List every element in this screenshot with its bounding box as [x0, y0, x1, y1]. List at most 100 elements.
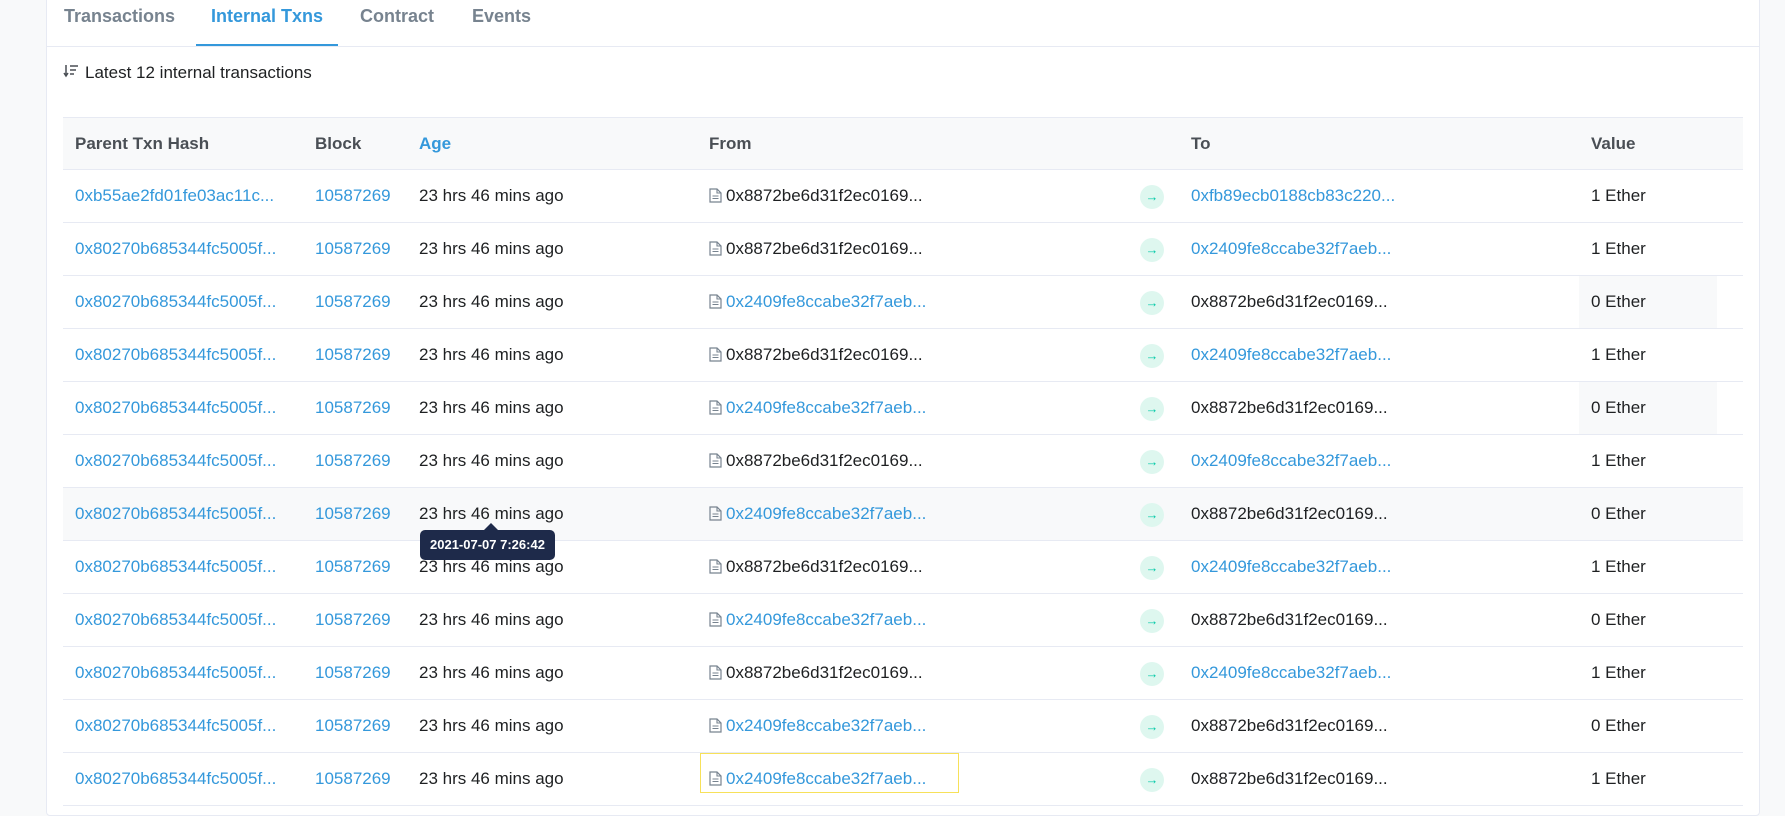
parent-txn-hash-link[interactable]: 0x80270b685344fc5005f... [75, 700, 276, 752]
from-address[interactable]: 0x2409fe8ccabe32f7aeb... [726, 504, 926, 523]
from-address[interactable]: 0x2409fe8ccabe32f7aeb... [726, 716, 926, 735]
table-row: 0x80270b685344fc5005f... 10587269 23 hrs 4… [63, 488, 1743, 541]
parent-txn-hash-link[interactable]: 0x80270b685344fc5005f... [75, 435, 276, 487]
parent-txn-hash-link[interactable]: 0x80270b685344fc5005f... [75, 647, 276, 699]
from-address[interactable]: 0x2409fe8ccabe32f7aeb... [726, 610, 926, 629]
age-text[interactable]: 23 hrs 46 mins ago [419, 594, 564, 646]
parent-txn-hash-link[interactable]: 0x80270b685344fc5005f... [75, 223, 276, 275]
age-text[interactable]: 23 hrs 46 mins ago [419, 700, 564, 752]
tab-internal-txns[interactable]: Internal Txns [196, 0, 339, 46]
value-text: 0 Ether [1591, 398, 1646, 417]
contract-icon [709, 225, 722, 277]
table-row: 0x80270b685344fc5005f... 10587269 23 hrs 4… [63, 276, 1743, 329]
contract-icon [709, 172, 722, 224]
age-tooltip: 2021-07-07 7:26:42 [420, 523, 555, 560]
contract-icon [709, 543, 722, 595]
to-address[interactable]: 0x2409fe8ccabe32f7aeb... [1191, 329, 1391, 381]
header-from: From [709, 134, 752, 153]
block-link[interactable]: 10587269 [315, 276, 391, 328]
table-row: 0xb55ae2fd01fe03ac11c... 10587269 23 hrs 4… [63, 170, 1743, 223]
parent-txn-hash-link[interactable]: 0x80270b685344fc5005f... [75, 382, 276, 434]
parent-txn-hash-link[interactable]: 0xb55ae2fd01fe03ac11c... [75, 170, 274, 222]
header-age[interactable]: Age [419, 118, 451, 169]
to-address[interactable]: 0x2409fe8ccabe32f7aeb... [1191, 223, 1391, 275]
age-text[interactable]: 23 hrs 46 mins ago [419, 170, 564, 222]
block-link[interactable]: 10587269 [315, 223, 391, 275]
age-text[interactable]: 23 hrs 46 mins ago [419, 329, 564, 381]
value-text: 0 Ether [1591, 610, 1646, 629]
value-text: 1 Ether [1591, 186, 1646, 205]
block-link[interactable]: 10587269 [315, 541, 391, 593]
value-text: 0 Ether [1591, 716, 1646, 735]
parent-txn-hash-link[interactable]: 0x80270b685344fc5005f... [75, 753, 276, 805]
from-cell: 0x2409fe8ccabe32f7aeb... [709, 276, 926, 330]
to-address: 0x8872be6d31f2ec0169... [1191, 398, 1388, 417]
value-text: 0 Ether [1591, 292, 1646, 311]
parent-txn-hash-link[interactable]: 0x80270b685344fc5005f... [75, 488, 276, 540]
block-link[interactable]: 10587269 [315, 382, 391, 434]
block-link[interactable]: 10587269 [315, 753, 391, 805]
age-text[interactable]: 23 hrs 46 mins ago [419, 276, 564, 328]
arrow-right-icon: → [1140, 291, 1164, 315]
arrow-right-icon: → [1140, 503, 1164, 527]
from-cell: 0x8872be6d31f2ec0169... [709, 223, 923, 277]
from-cell: 0x8872be6d31f2ec0169... [709, 647, 923, 701]
to-address: 0x8872be6d31f2ec0169... [1191, 504, 1388, 523]
from-cell: 0x2409fe8ccabe32f7aeb... [709, 594, 926, 648]
arrow-right-icon: → [1140, 344, 1164, 368]
parent-txn-hash-link[interactable]: 0x80270b685344fc5005f... [75, 594, 276, 646]
age-text[interactable]: 23 hrs 46 mins ago [419, 223, 564, 275]
to-address[interactable]: 0x2409fe8ccabe32f7aeb... [1191, 435, 1391, 487]
contract-icon [709, 596, 722, 648]
sort-icon [63, 63, 79, 84]
header-block: Block [315, 134, 362, 153]
arrow-right-icon: → [1140, 397, 1164, 421]
age-text[interactable]: 23 hrs 46 mins ago [419, 753, 564, 805]
block-link[interactable]: 10587269 [315, 594, 391, 646]
age-text[interactable]: 23 hrs 46 mins ago [419, 382, 564, 434]
parent-txn-hash-link[interactable]: 0x80270b685344fc5005f... [75, 541, 276, 593]
age-text[interactable]: 23 hrs 46 mins ago [419, 647, 564, 699]
contract-icon [709, 649, 722, 701]
block-link[interactable]: 10587269 [315, 329, 391, 381]
block-link[interactable]: 10587269 [315, 700, 391, 752]
to-address: 0x8872be6d31f2ec0169... [1191, 716, 1388, 735]
internal-txns-table: Parent Txn Hash Block Age From To Value … [63, 117, 1743, 806]
table-row: 0x80270b685344fc5005f... 10587269 23 hrs 4… [63, 223, 1743, 276]
from-address[interactable]: 0x2409fe8ccabe32f7aeb... [726, 769, 926, 788]
table-row: 0x80270b685344fc5005f... 10587269 23 hrs 4… [63, 382, 1743, 435]
age-text[interactable]: 23 hrs 46 mins ago [419, 435, 564, 487]
to-address[interactable]: 0x2409fe8ccabe32f7aeb... [1191, 647, 1391, 699]
table-row: 0x80270b685344fc5005f... 10587269 23 hrs 4… [63, 647, 1743, 700]
tab-contract[interactable]: Contract [345, 0, 449, 46]
value-text: 1 Ether [1591, 557, 1646, 576]
table-header: Parent Txn Hash Block Age From To Value [63, 117, 1743, 170]
summary-text: Latest 12 internal transactions [85, 63, 312, 82]
contract-icon [709, 755, 722, 807]
from-address[interactable]: 0x2409fe8ccabe32f7aeb... [726, 398, 926, 417]
from-cell: 0x2409fe8ccabe32f7aeb... [709, 382, 926, 436]
block-link[interactable]: 10587269 [315, 647, 391, 699]
contract-icon [709, 490, 722, 542]
arrow-right-icon: → [1140, 556, 1164, 580]
table-row: 0x80270b685344fc5005f... 10587269 23 hrs 4… [63, 329, 1743, 382]
from-cell: 0x8872be6d31f2ec0169... [709, 170, 923, 224]
to-address[interactable]: 0x2409fe8ccabe32f7aeb... [1191, 541, 1391, 593]
parent-txn-hash-link[interactable]: 0x80270b685344fc5005f... [75, 276, 276, 328]
tab-transactions[interactable]: Transactions [49, 0, 190, 46]
to-address[interactable]: 0xfb89ecb0188cb83c220... [1191, 170, 1395, 222]
to-address: 0x8872be6d31f2ec0169... [1191, 610, 1388, 629]
tab-events[interactable]: Events [457, 0, 546, 46]
contract-icon [709, 437, 722, 489]
contract-icon [709, 331, 722, 383]
from-cell: 0x2409fe8ccabe32f7aeb... [709, 700, 926, 754]
block-link[interactable]: 10587269 [315, 170, 391, 222]
from-address[interactable]: 0x2409fe8ccabe32f7aeb... [726, 292, 926, 311]
block-link[interactable]: 10587269 [315, 435, 391, 487]
parent-txn-hash-link[interactable]: 0x80270b685344fc5005f... [75, 329, 276, 381]
from-cell: 0x2409fe8ccabe32f7aeb... [709, 753, 926, 807]
value-text: 0 Ether [1591, 504, 1646, 523]
arrow-right-icon: → [1140, 662, 1164, 686]
block-link[interactable]: 10587269 [315, 488, 391, 540]
table-row: 0x80270b685344fc5005f... 10587269 23 hrs 4… [63, 435, 1743, 488]
